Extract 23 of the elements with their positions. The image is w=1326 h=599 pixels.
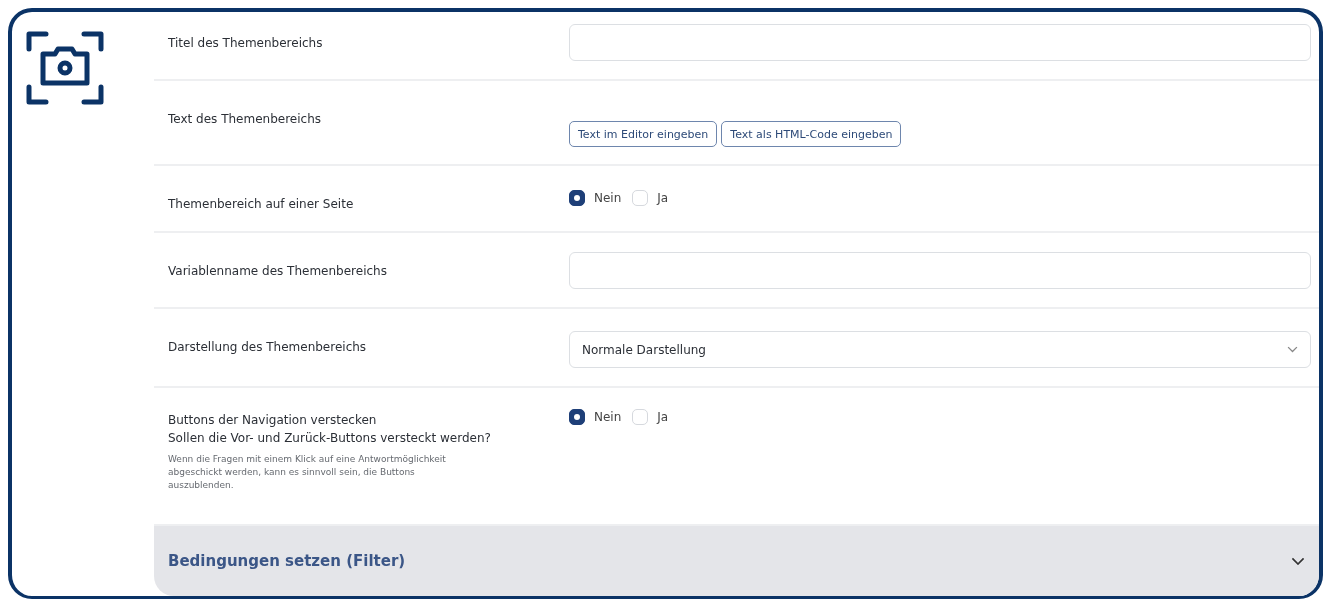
camera-icon: [26, 29, 104, 107]
chevron-down-icon: [1291, 556, 1305, 566]
field-label: Text des Themenbereichs: [168, 111, 322, 128]
radio-label: Ja: [657, 191, 669, 205]
field-label: Buttons der Navigation verstecken: [168, 412, 378, 429]
editor-button[interactable]: Text im Editor eingeben: [569, 121, 718, 147]
help-text: Wenn die Fragen mit einem Klick auf eine Antwortmöglichkeit abgeschickt werden, kann es sinnvoll sein, die Buttons auszublenden.: [168, 453, 447, 492]
field-label: Titel des Themenbereichs: [168, 35, 324, 52]
field-label: Variablenname des Themenbereichs: [168, 263, 388, 280]
radio-label: Ja: [657, 410, 669, 424]
field-label: Darstellung des Themenbereichs: [168, 339, 368, 356]
field-label: Themenbereich auf einer Seite: [168, 196, 355, 213]
radio-label: Nein: [594, 191, 622, 205]
field-question: Sollen die Vor- und Zurück-Buttons versteckt werden?: [168, 430, 492, 447]
radio-button[interactable]: [569, 409, 585, 425]
text-field[interactable]: [569, 24, 1311, 61]
radio-button[interactable]: [569, 190, 585, 206]
radio-label: Nein: [594, 410, 622, 424]
select-field[interactable]: Normale Darstellung: [569, 331, 1311, 368]
chevron-down-icon: [1287, 346, 1298, 353]
text-field[interactable]: [569, 252, 1311, 289]
filter-section-header[interactable]: Bedingungen setzen (Filter): [154, 526, 1319, 596]
editor-button[interactable]: Text als HTML-Code eingeben: [721, 121, 902, 147]
